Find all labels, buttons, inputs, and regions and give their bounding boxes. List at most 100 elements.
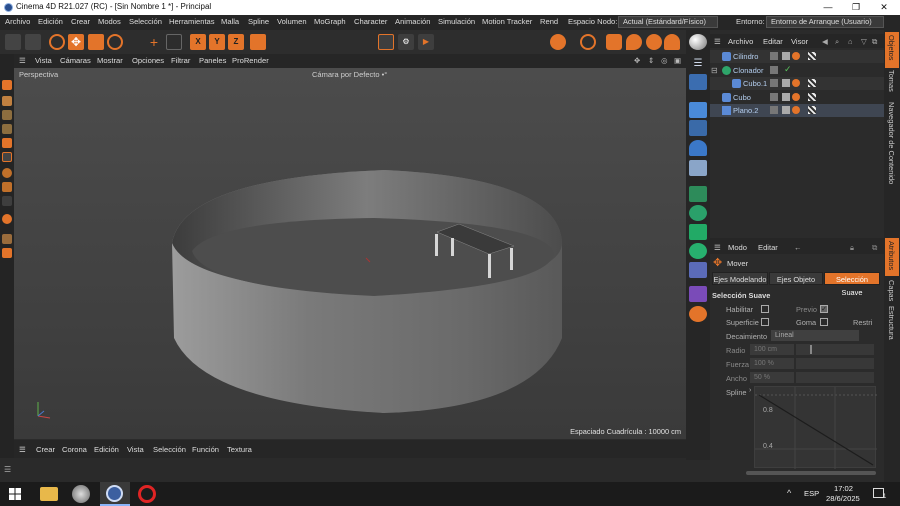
redo-button[interactable] bbox=[25, 34, 41, 50]
hamburger-icon[interactable]: ☰ bbox=[714, 243, 721, 252]
ancho-slider[interactable] bbox=[796, 372, 874, 383]
axis-y-button[interactable]: Y bbox=[209, 34, 225, 50]
slider-handle[interactable] bbox=[810, 345, 812, 354]
zoom-view-icon[interactable]: ⇕ bbox=[648, 56, 654, 65]
menu-simulacion[interactable]: Simulación bbox=[438, 17, 475, 26]
minimize-button[interactable]: — bbox=[814, 0, 842, 15]
side-tab-estructura[interactable]: Estructura bbox=[887, 306, 896, 340]
cinema4d-task-button[interactable] bbox=[100, 482, 130, 506]
object-row-cubo1[interactable]: Cubo.1 bbox=[710, 77, 884, 90]
effector-icon[interactable] bbox=[689, 205, 707, 221]
sculpt-mode-icon[interactable] bbox=[2, 182, 12, 192]
fracture-icon[interactable] bbox=[689, 224, 707, 240]
render-view-icon[interactable]: ▶ bbox=[418, 34, 434, 50]
tab-ejes-modelando[interactable]: Ejes Modelando bbox=[712, 272, 768, 285]
tab-ejes-objeto[interactable]: Ejes Objeto bbox=[769, 272, 823, 285]
fuerza-input[interactable]: 100 % bbox=[750, 358, 794, 369]
viewport-menu-paneles[interactable]: Paneles bbox=[199, 56, 226, 65]
object-name[interactable]: Cubo bbox=[733, 93, 751, 102]
tray-chevron-icon[interactable]: ^ bbox=[787, 488, 791, 498]
goma-checkbox[interactable] bbox=[820, 318, 828, 326]
planar-workplane-icon[interactable] bbox=[2, 248, 12, 258]
viewport-menu-opciones[interactable]: Opciones bbox=[132, 56, 164, 65]
hamburger-icon[interactable]: ☰ bbox=[19, 56, 26, 65]
search-icon[interactable]: ⌕ bbox=[835, 37, 839, 47]
object-visibility-toggle[interactable] bbox=[770, 106, 778, 114]
material-tag-icon[interactable] bbox=[792, 79, 800, 87]
menu-modos[interactable]: Modos bbox=[98, 17, 121, 26]
undo-button[interactable] bbox=[5, 34, 21, 50]
menu-render[interactable]: Rend bbox=[540, 17, 558, 26]
env-dropdown[interactable]: Entorno de Arranque (Usuario) bbox=[766, 16, 884, 28]
object-row-cilindro[interactable]: Cilindro bbox=[710, 50, 884, 63]
perspective-viewport[interactable]: Perspectiva Cámara por Defecto •° Espaci… bbox=[14, 68, 686, 439]
maximize-view-icon[interactable]: ▣ bbox=[674, 56, 681, 65]
start-icon[interactable] bbox=[9, 488, 21, 500]
move-tool-icon[interactable]: ✥ bbox=[68, 34, 84, 50]
expand-toggle-icon[interactable]: ⊟ bbox=[711, 66, 718, 75]
checker-tag-icon[interactable] bbox=[808, 52, 816, 60]
spline-expand-icon[interactable]: › bbox=[749, 387, 751, 394]
checkmark-icon[interactable]: ✓ bbox=[784, 64, 792, 75]
side-tab-capas[interactable]: Capas bbox=[887, 280, 896, 301]
attribute-menu-modo[interactable]: Modo bbox=[728, 243, 747, 252]
radio-input[interactable]: 100 cm bbox=[750, 344, 794, 355]
hamburger-icon[interactable]: ☰ bbox=[714, 37, 721, 46]
material-tag-icon[interactable] bbox=[792, 52, 800, 60]
spline-graph[interactable]: 0.8 0.4 bbox=[754, 386, 877, 469]
add-tool-icon[interactable]: + bbox=[146, 34, 162, 50]
deformer-icon[interactable] bbox=[689, 160, 707, 176]
checker-tag-icon[interactable] bbox=[808, 79, 816, 87]
render-settings-icon[interactable]: ⚙ bbox=[398, 34, 414, 50]
menu-crear[interactable]: Crear bbox=[71, 17, 90, 26]
camera-icon[interactable] bbox=[606, 34, 622, 50]
object-menu-editar[interactable]: Editar bbox=[763, 37, 783, 46]
lock-workplane-icon[interactable] bbox=[2, 234, 12, 244]
material-menu-vista[interactable]: Vista bbox=[127, 445, 144, 454]
rotate-tool-icon[interactable] bbox=[107, 34, 123, 50]
filter-icon[interactable]: ▽ bbox=[861, 37, 867, 46]
texture-mode-icon[interactable] bbox=[2, 96, 12, 106]
side-tab-atributos[interactable]: Atributos bbox=[887, 241, 896, 270]
radio-slider[interactable] bbox=[796, 344, 874, 355]
hamburger-icon[interactable]: ☰ bbox=[19, 445, 26, 454]
edges-mode-icon[interactable] bbox=[2, 124, 12, 134]
symmetry-icon[interactable] bbox=[689, 286, 707, 302]
language-indicator[interactable]: ESP bbox=[804, 489, 819, 498]
viewport-menu-mostrar[interactable]: Mostrar bbox=[97, 56, 123, 65]
restore-button[interactable]: ❐ bbox=[842, 0, 870, 15]
menu-archivo[interactable]: Archivo bbox=[5, 17, 30, 26]
hamburger-icon[interactable]: ☰ bbox=[4, 465, 11, 474]
attribute-scrollbar[interactable] bbox=[746, 471, 876, 475]
file-explorer-icon[interactable] bbox=[40, 487, 58, 501]
object-menu-visor[interactable]: Visor bbox=[791, 37, 808, 46]
menu-seleccion[interactable]: Selección bbox=[129, 17, 162, 26]
menu-herramientas[interactable]: Herramientas bbox=[169, 17, 215, 26]
checker-tag-icon[interactable] bbox=[808, 106, 816, 114]
node-space-dropdown[interactable]: Actual (Estándard/Físico) bbox=[618, 16, 718, 28]
habilitar-checkbox[interactable] bbox=[761, 305, 769, 313]
checker-tag-icon[interactable] bbox=[808, 93, 816, 101]
viewport-menu-vista[interactable]: Vista bbox=[35, 56, 52, 65]
app-icon[interactable] bbox=[72, 485, 90, 503]
scale-tool-icon[interactable] bbox=[88, 34, 104, 50]
home-icon[interactable]: ⌂ bbox=[848, 37, 853, 46]
decaimiento-dropdown[interactable]: Lineal bbox=[771, 330, 859, 341]
object-row-cubo[interactable]: Cubo bbox=[710, 91, 884, 104]
new-window-icon[interactable]: ⧉ bbox=[872, 243, 877, 253]
back-arrow-icon[interactable]: ◀ bbox=[822, 37, 828, 46]
material-menu-funcion[interactable]: Función bbox=[192, 445, 219, 454]
material-menu-corona[interactable]: Corona bbox=[62, 445, 87, 454]
side-tab-objetos[interactable]: Objetos bbox=[887, 35, 896, 60]
array-icon[interactable] bbox=[689, 120, 707, 136]
axis-z-button[interactable]: Z bbox=[228, 34, 244, 50]
coordinate-system-icon[interactable] bbox=[250, 34, 266, 50]
object-enabled-toggle[interactable] bbox=[782, 106, 790, 114]
menu-mograph[interactable]: MoGraph bbox=[314, 17, 346, 26]
superficie-checkbox[interactable] bbox=[761, 318, 769, 326]
menu-volumen[interactable]: Volumen bbox=[277, 17, 307, 26]
axis-mode-icon[interactable] bbox=[2, 152, 12, 162]
previo-checkbox[interactable]: ✓ bbox=[820, 305, 828, 313]
viewport-menu-filtrar[interactable]: Filtrar bbox=[171, 56, 190, 65]
pan-view-icon[interactable]: ✥ bbox=[634, 56, 640, 65]
